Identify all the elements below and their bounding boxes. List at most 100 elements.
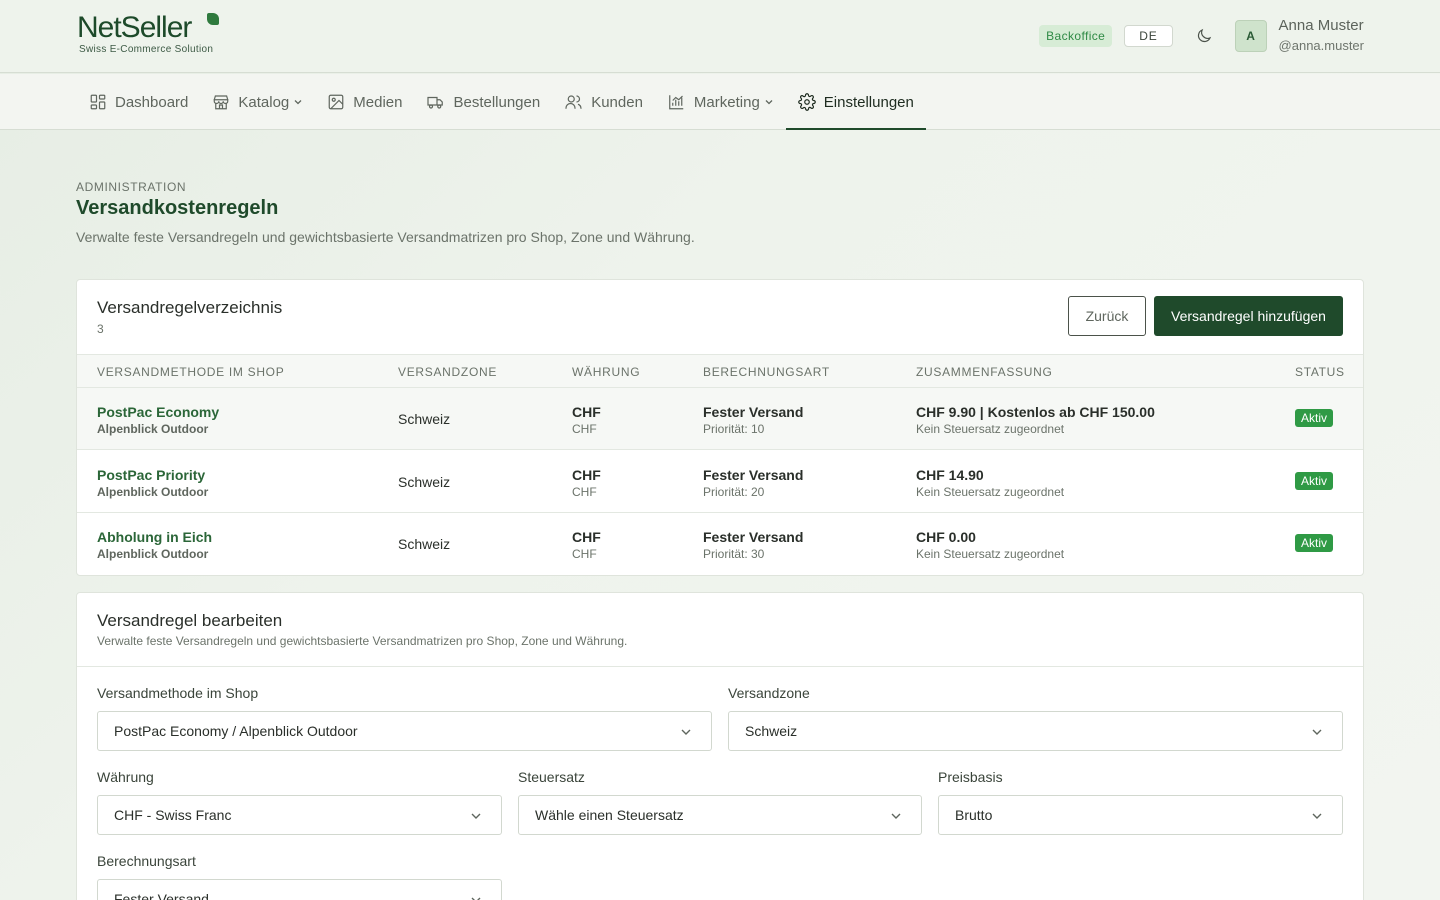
- currency-cell: CHF CHF: [572, 466, 601, 500]
- calc-field-label: Berechnungsart: [97, 853, 196, 869]
- edit-title: Versandregel bearbeiten: [97, 611, 283, 630]
- nav-bestellungen-label: Bestellungen: [453, 93, 541, 111]
- table-row[interactable]: PostPac Economy Alpenblick Outdoor Schwe…: [77, 388, 1363, 450]
- user-handle: @anna.muster: [1278, 38, 1364, 53]
- user-name: Anna Muster: [1278, 17, 1364, 34]
- chevron-down-icon: [471, 813, 481, 819]
- calc-select[interactable]: Fester Versand: [97, 879, 502, 900]
- method-cell: PostPac Economy Alpenblick Outdoor: [97, 403, 219, 437]
- nav-katalog[interactable]: Katalog: [200, 74, 315, 130]
- add-shipping-rule-button[interactable]: Versandregel hinzufügen: [1154, 296, 1343, 336]
- summary-sub: Kein Steuersatz zugeordnet: [916, 422, 1065, 436]
- dark-mode-toggle[interactable]: [1191, 23, 1217, 49]
- method-select[interactable]: PostPac Economy / Alpenblick Outdoor: [97, 711, 712, 751]
- table-header: VERSANDMETHODE IM SHOP VERSANDZONE WÄHRU…: [77, 354, 1363, 388]
- leaf-icon: [207, 13, 219, 25]
- priority: Priorität: 10: [703, 422, 765, 436]
- price-basis-select[interactable]: Brutto: [938, 795, 1343, 835]
- currency-code: CHF: [572, 404, 601, 420]
- nav-katalog-label: Katalog: [238, 93, 290, 111]
- priority: Priorität: 30: [703, 547, 765, 561]
- header-actions: Backoffice DE A Anna Muster @anna.muster: [1039, 16, 1364, 56]
- zone-cell: Schweiz: [398, 474, 451, 490]
- currency-select[interactable]: CHF - Swiss Franc: [97, 795, 502, 835]
- status-badge: Aktiv: [1295, 409, 1334, 427]
- store-icon: [214, 95, 229, 110]
- zone-select[interactable]: Schweiz: [728, 711, 1343, 751]
- tax-field-label: Steuersatz: [518, 769, 585, 785]
- tax-select-value: Wähle einen Steuersatz: [535, 807, 684, 823]
- chevron-down-icon: [471, 897, 481, 900]
- dashboard-icon: [90, 94, 106, 110]
- main-nav: Dashboard Katalog Medien Bestellungen Ku…: [0, 74, 1440, 130]
- nav-marketing[interactable]: Marketing: [655, 74, 786, 130]
- zone-select-value: Schweiz: [745, 723, 798, 739]
- chevron-down-icon: [1312, 729, 1322, 735]
- column-header-status: STATUS: [1295, 365, 1345, 379]
- nav-kunden[interactable]: Kunden: [552, 74, 655, 130]
- column-header-currency: WÄHRUNG: [572, 365, 641, 379]
- nav-medien[interactable]: Medien: [315, 74, 414, 130]
- method-field-label: Versandmethode im Shop: [97, 685, 259, 701]
- summary-text: CHF 14.90: [916, 467, 984, 483]
- edit-shipping-rule-form: Versandregel bearbeiten Verwalte feste V…: [76, 592, 1364, 900]
- nav-kunden-label: Kunden: [591, 93, 643, 111]
- nav-dashboard-label: Dashboard: [115, 93, 189, 111]
- nav-bestellungen[interactable]: Bestellungen: [414, 74, 552, 130]
- shop-name: Alpenblick Outdoor: [97, 485, 209, 499]
- method-cell: Abholung in Eich Alpenblick Outdoor: [97, 528, 212, 562]
- method-select-value: PostPac Economy / Alpenblick Outdoor: [114, 723, 358, 739]
- backoffice-badge: Backoffice: [1039, 25, 1113, 47]
- nav-einstellungen[interactable]: Einstellungen: [785, 74, 926, 130]
- column-header-zone: VERSANDZONE: [398, 365, 498, 379]
- calc-cell: Fester Versand Priorität: 30: [703, 528, 803, 562]
- netseller-logo[interactable]: NetSeller Swiss E-Commerce Solution: [77, 12, 227, 58]
- moon-icon: [1197, 28, 1211, 43]
- page-eyebrow: ADMINISTRATION: [76, 180, 187, 194]
- nav-dashboard[interactable]: Dashboard: [77, 74, 200, 130]
- chevron-down-icon: [765, 100, 773, 105]
- currency-sub: CHF: [572, 547, 597, 561]
- user-menu[interactable]: Anna Muster @anna.muster: [1279, 16, 1364, 56]
- table-row[interactable]: PostPac Priority Alpenblick Outdoor Schw…: [77, 451, 1363, 513]
- method-link[interactable]: PostPac Priority: [97, 466, 208, 484]
- back-button[interactable]: Zurück: [1068, 296, 1146, 336]
- chart-icon: [669, 95, 684, 110]
- currency-sub: CHF: [572, 422, 597, 436]
- currency-code: CHF: [572, 467, 601, 483]
- method-link[interactable]: Abholung in Eich: [97, 528, 212, 546]
- zone-cell: Schweiz: [398, 536, 451, 552]
- summary-sub: Kein Steuersatz zugeordnet: [916, 485, 1065, 499]
- tax-select[interactable]: Wähle einen Steuersatz: [518, 795, 922, 835]
- currency-cell: CHF CHF: [572, 403, 601, 437]
- nav-medien-label: Medien: [353, 93, 403, 111]
- currency-select-value: CHF - Swiss Franc: [114, 807, 232, 823]
- method-link[interactable]: PostPac Economy: [97, 403, 219, 421]
- calc-type: Fester Versand: [703, 467, 804, 483]
- page-description: Verwalte feste Versandregeln und gewicht…: [76, 229, 695, 245]
- chevron-down-icon: [294, 100, 302, 105]
- calc-type: Fester Versand: [703, 529, 804, 545]
- method-cell: PostPac Priority Alpenblick Outdoor: [97, 466, 208, 500]
- table-row[interactable]: Abholung in Eich Alpenblick Outdoor Schw…: [77, 513, 1363, 575]
- zone-field-label: Versandzone: [728, 685, 810, 701]
- users-icon: [565, 95, 582, 109]
- language-switcher[interactable]: DE: [1124, 25, 1173, 47]
- price-basis-select-value: Brutto: [955, 807, 993, 823]
- shop-name: Alpenblick Outdoor: [97, 422, 209, 436]
- avatar[interactable]: A: [1234, 20, 1267, 52]
- directory-count: 3: [97, 322, 104, 336]
- summary-sub: Kein Steuersatz zugeordnet: [916, 547, 1065, 561]
- shop-name: Alpenblick Outdoor: [97, 547, 209, 561]
- chevron-down-icon: [681, 729, 691, 735]
- calc-select-value: Fester Versand: [114, 891, 209, 900]
- currency-sub: CHF: [572, 485, 597, 499]
- summary-cell: CHF 14.90 Kein Steuersatz zugeordnet: [916, 466, 1064, 500]
- zone-cell: Schweiz: [398, 411, 451, 427]
- summary-cell: CHF 9.90 | Kostenlos ab CHF 150.00 Kein …: [916, 403, 1155, 437]
- chevron-down-icon: [1312, 813, 1322, 819]
- divider: [77, 666, 1363, 667]
- chevron-down-icon: [891, 813, 901, 819]
- directory-title: Versandregelverzeichnis: [97, 298, 283, 317]
- priority: Priorität: 20: [703, 485, 765, 499]
